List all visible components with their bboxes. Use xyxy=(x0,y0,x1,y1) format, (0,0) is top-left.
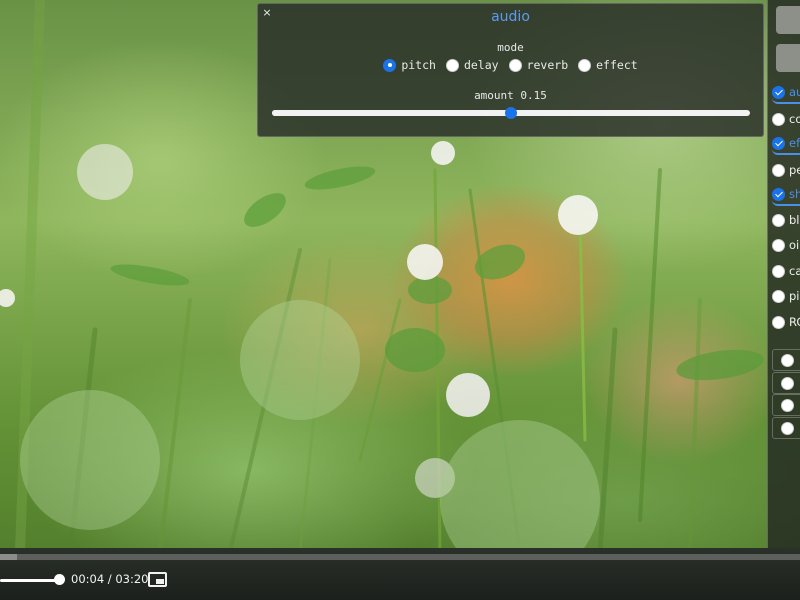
radio-button[interactable] xyxy=(508,58,522,72)
filter-item-label: pi xyxy=(789,289,800,303)
filter-item-ca[interactable]: ca xyxy=(772,260,800,282)
filter-item-label: ca xyxy=(789,264,800,278)
extra-option-toggle[interactable] xyxy=(781,354,794,367)
picture-in-picture-icon[interactable] xyxy=(148,572,167,587)
extra-option-row[interactable] xyxy=(772,349,800,371)
filter-toggle[interactable] xyxy=(772,136,785,150)
filter-toggle[interactable] xyxy=(772,238,785,252)
filter-item-rc[interactable]: RC xyxy=(772,311,800,333)
filter-item-co[interactable]: co xyxy=(772,108,800,130)
volume-thumb[interactable] xyxy=(54,574,65,585)
filter-item-ef[interactable]: ef xyxy=(772,133,800,155)
extra-option-row[interactable] xyxy=(772,416,800,439)
mode-label: mode xyxy=(497,41,524,54)
filter-item-label: RC xyxy=(789,315,800,329)
audio-panel: × audio mode pitch delay reverb effect amou… xyxy=(257,3,764,137)
filter-item-label: ef xyxy=(789,136,800,150)
amount-slider-fill xyxy=(272,110,511,116)
filter-toggle[interactable] xyxy=(772,112,785,126)
filter-item-label: bl xyxy=(789,213,800,227)
video-player: × audio mode pitch delay reverb effect amou… xyxy=(0,0,800,600)
panel-title: audio xyxy=(491,9,530,25)
mode-option-label: pitch xyxy=(401,58,436,72)
progress-bar[interactable] xyxy=(0,554,800,560)
mode-option-delay[interactable]: delay xyxy=(445,58,499,72)
volume-slider[interactable] xyxy=(0,579,60,582)
filter-panel-second-button[interactable] xyxy=(776,44,800,72)
filter-item-bl[interactable]: bl xyxy=(772,209,800,231)
mode-radio-group: pitch delay reverb effect xyxy=(258,58,763,72)
player-controls: 00:04 / 03:20 xyxy=(0,548,800,600)
filter-toggle[interactable] xyxy=(772,187,785,201)
amount-label: amount 0.15 xyxy=(474,89,547,102)
amount-slider[interactable] xyxy=(272,107,750,119)
mode-option-label: reverb xyxy=(526,58,569,72)
filter-item-label: pe xyxy=(789,163,800,177)
mode-option-reverb[interactable]: reverb xyxy=(508,58,569,72)
radio-button[interactable] xyxy=(445,58,459,72)
filter-panel: au co ef pe sh bl oi ca pi RC xyxy=(767,0,800,548)
filter-item-pe[interactable]: pe xyxy=(772,159,800,181)
filter-item-pi[interactable]: pi xyxy=(772,285,800,307)
filter-item-label: co xyxy=(789,112,800,126)
mode-option-effect[interactable]: effect xyxy=(578,58,638,72)
filter-item-label: oi xyxy=(789,238,800,252)
mode-option-label: delay xyxy=(463,58,499,72)
extra-option-row[interactable] xyxy=(772,371,800,394)
radio-button[interactable] xyxy=(383,58,397,72)
filter-item-sh[interactable]: sh xyxy=(772,184,800,206)
extra-option-toggle[interactable] xyxy=(781,421,794,435)
mode-option-pitch[interactable]: pitch xyxy=(383,58,436,72)
filter-item-oi[interactable]: oi xyxy=(772,234,800,256)
amount-slider-thumb[interactable] xyxy=(505,107,517,119)
mode-option-label: effect xyxy=(596,58,638,72)
filter-toggle[interactable] xyxy=(772,289,785,303)
progress-fill xyxy=(0,554,17,560)
extra-option-toggle[interactable] xyxy=(781,399,794,412)
filter-toggle[interactable] xyxy=(772,264,785,278)
radio-button[interactable] xyxy=(578,58,592,72)
filter-item-label: au xyxy=(789,85,800,99)
filter-toggle[interactable] xyxy=(772,163,785,177)
filter-item-label: sh xyxy=(789,187,800,201)
filter-panel-top-button[interactable] xyxy=(776,6,800,34)
time-display: 00:04 / 03:20 xyxy=(71,572,149,586)
extra-option-row[interactable] xyxy=(772,394,800,416)
filter-toggle[interactable] xyxy=(772,85,785,99)
filter-toggle[interactable] xyxy=(772,213,785,227)
filter-toggle[interactable] xyxy=(772,315,785,329)
filter-item-au[interactable]: au xyxy=(772,82,800,104)
extra-option-toggle[interactable] xyxy=(781,376,794,390)
